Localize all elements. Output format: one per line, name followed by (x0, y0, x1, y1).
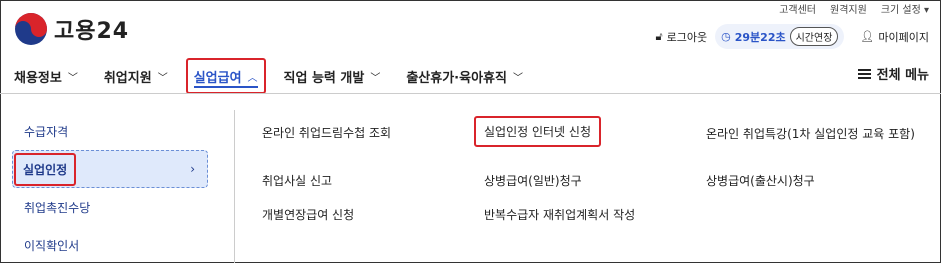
nav-maternity-parental-leave[interactable]: 출산휴가·육아휴직 ﹀ (406, 62, 533, 90)
nav-vocational-training[interactable]: 직업 능력 개발 ﹀ (284, 62, 391, 90)
sidebar-item-separation-confirmation[interactable]: 이직확인서 (12, 226, 208, 264)
header-actions: 🔓︎ 로그아웃 ◷ 29분22초 시간연장 👤︎ 마이페이지 (656, 24, 929, 49)
submenu-online-lecture[interactable]: 온라인 취업특강(1차 실업인정 교육 포함) (706, 124, 916, 144)
sidebar-item-unemployment-recognition[interactable]: 실업인정 › (12, 150, 208, 188)
hamburger-icon (857, 68, 871, 79)
submenu-employment-report[interactable]: 취업사실 신고 (262, 172, 332, 189)
sidebar-item-employment-promotion-allowance[interactable]: 취업촉진수당 (12, 188, 208, 226)
chevron-down-icon: ﹀ (157, 72, 168, 84)
chevron-right-icon: › (190, 162, 195, 176)
session-timer: ◷ 29분22초 시간연장 (715, 24, 845, 49)
submenu-internet-application[interactable]: 실업인정 인터넷 신청 (474, 116, 601, 147)
chevron-up-icon: ︿ (247, 72, 258, 84)
site-logo[interactable]: 고용24 (14, 12, 129, 46)
customer-center-link[interactable]: 고객센터 (779, 1, 816, 16)
user-icon: 👤︎ (860, 30, 875, 43)
submenu-sickness-benefit-childbirth[interactable]: 상병급여(출산시)청구 (706, 172, 815, 189)
all-menu-button[interactable]: 전체 메뉴 (857, 64, 929, 83)
nav-employment-support[interactable]: 취업지원 ﹀ (104, 62, 178, 90)
submenu-individual-extension[interactable]: 개별연장급여 신청 (262, 206, 354, 223)
submenu-sickness-benefit-general[interactable]: 상병급여(일반)청구 (484, 172, 582, 189)
sidebar-item-eligibility[interactable]: 수급자격 (12, 112, 208, 150)
nav-jobs[interactable]: 채용정보 ﹀ (14, 62, 88, 90)
submenu-reemployment-plan[interactable]: 반복수급자 재취업계획서 작성 (484, 206, 635, 223)
nav-unemployment-benefits[interactable]: 실업급여 ︿ (185, 58, 266, 94)
mypage-link[interactable]: 👤︎ 마이페이지 (860, 29, 929, 45)
brand-name: 고용24 (54, 19, 130, 44)
lock-icon: 🔓︎ (655, 29, 663, 43)
remote-support-link[interactable]: 원격지원 (830, 1, 867, 16)
taegeuk-logo-icon (15, 13, 47, 45)
font-size-setting[interactable]: 크기 설정 ▾ (881, 1, 929, 16)
submenu-online-job-notebook[interactable]: 온라인 취업드림수첩 조회 (262, 124, 391, 141)
sidebar-divider (234, 110, 235, 263)
chevron-down-icon: ﹀ (512, 72, 523, 84)
logout-button[interactable]: 🔓︎ 로그아웃 (656, 29, 708, 45)
clock-icon: ◷ (721, 30, 731, 43)
main-nav: 채용정보 ﹀ 취업지원 ﹀ 실업급여 ︿ 직업 능력 개발 ﹀ 출산휴가·육아휴직 ﹀ (14, 58, 549, 94)
chevron-down-icon: ﹀ (67, 72, 78, 84)
extend-session-button[interactable]: 시간연장 (789, 27, 839, 46)
chevron-down-icon: ﹀ (370, 72, 381, 84)
utility-links: 고객센터 원격지원 크기 설정 ▾ (779, 1, 929, 16)
sidebar-menu: 수급자격 실업인정 › 취업촉진수당 이직확인서 (12, 112, 208, 264)
header-divider (0, 93, 941, 94)
